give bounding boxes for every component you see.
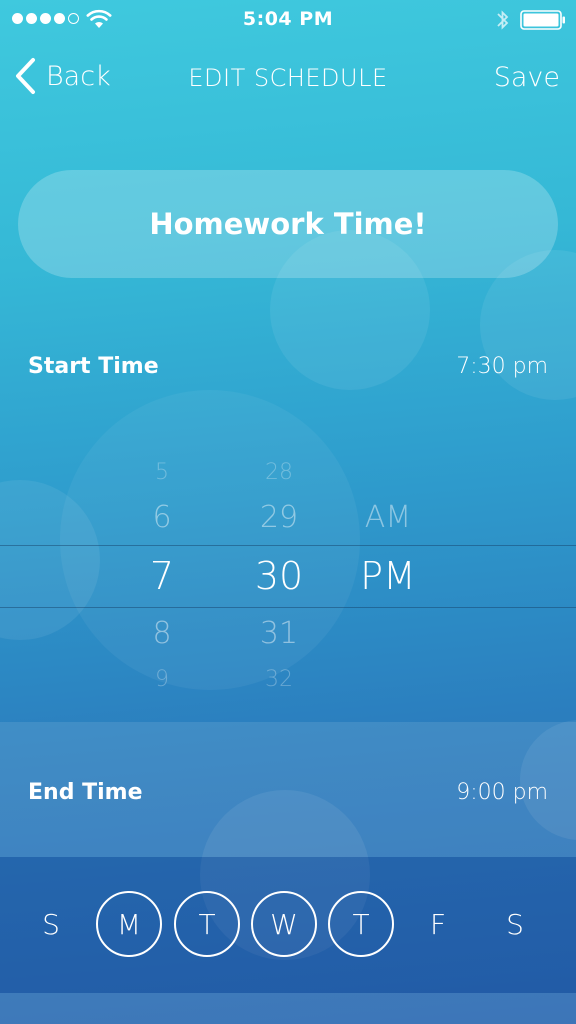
day-toggle-thursday[interactable]: T (328, 891, 394, 957)
end-time-label: End Time (28, 780, 143, 805)
back-label: Back (46, 60, 111, 92)
day-toggle-tuesday[interactable]: T (174, 891, 240, 957)
status-time: 5:04 PM (242, 8, 334, 30)
save-button[interactable]: Save (494, 62, 560, 93)
picker-selection-line-bottom (0, 607, 576, 608)
bluetooth-icon (497, 10, 509, 30)
end-time-row[interactable]: End Time 9:00 pm (0, 722, 576, 857)
hour-option[interactable]: 5 (102, 460, 222, 485)
back-button[interactable]: Back (14, 56, 111, 96)
minute-option[interactable]: 28 (219, 460, 339, 485)
period-option[interactable]: AM (328, 500, 448, 535)
day-toggle-wednesday[interactable]: W (251, 891, 317, 957)
start-time-label: Start Time (28, 354, 159, 379)
minute-option-selected[interactable]: 30 (219, 554, 339, 598)
time-picker[interactable]: 5 6 7 8 9 28 29 30 31 32 AM PM (0, 440, 576, 700)
start-time-row[interactable]: Start Time 7:30 pm (0, 340, 576, 396)
hour-option[interactable]: 9 (102, 667, 222, 692)
end-time-value: 9:00 pm (456, 780, 548, 805)
start-time-value: 7:30 pm (456, 354, 548, 379)
nav-bar: Back EDIT SCHEDULE Save (0, 50, 576, 106)
day-toggle-saturday[interactable]: S (482, 891, 548, 957)
screen: 5:04 PM Back EDIT SCHEDULE Save Homework… (0, 0, 576, 1024)
hour-option-selected[interactable]: 7 (102, 554, 222, 598)
status-bar: 5:04 PM (0, 0, 576, 40)
day-toggle-friday[interactable]: F (405, 891, 471, 957)
schedule-name-field[interactable]: Homework Time! (18, 170, 558, 278)
weekday-selector: S M T W T F S (0, 857, 576, 993)
bottom-section (0, 993, 576, 1024)
day-toggle-sunday[interactable]: S (18, 891, 84, 957)
minute-option[interactable]: 31 (219, 616, 339, 651)
chevron-left-icon (16, 58, 35, 94)
minute-option[interactable]: 29 (219, 500, 339, 535)
period-option-selected[interactable]: PM (328, 554, 448, 598)
battery-icon (520, 10, 565, 30)
minute-option[interactable]: 32 (219, 667, 339, 692)
hour-option[interactable]: 6 (102, 500, 222, 535)
day-toggle-monday[interactable]: M (96, 891, 162, 957)
picker-selection-line-top (0, 545, 576, 546)
hour-option[interactable]: 8 (102, 616, 222, 651)
